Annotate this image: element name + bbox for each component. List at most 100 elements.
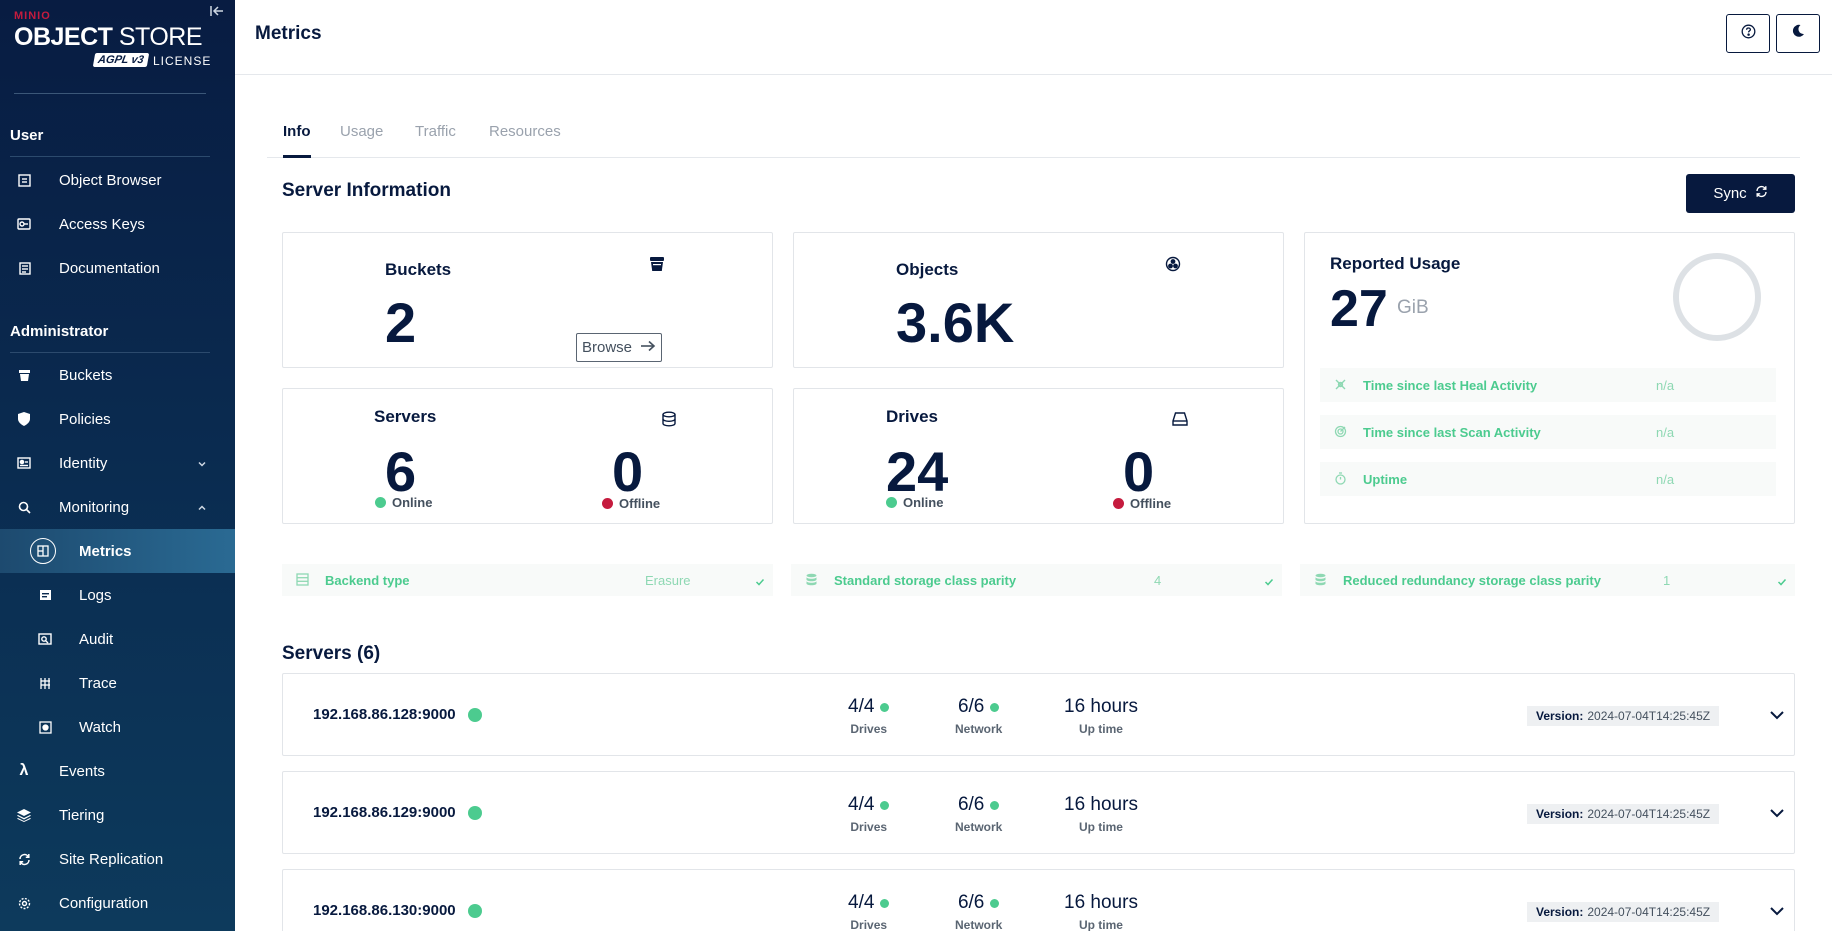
object-browser-icon — [16, 172, 32, 188]
sidebar-item-configuration[interactable]: Configuration — [0, 881, 235, 925]
servers-card: Servers 6 Online 0 Offline — [282, 388, 773, 524]
sidebar-item-monitoring[interactable]: Monitoring — [0, 485, 235, 529]
objects-count: 3.6K — [896, 291, 1015, 354]
agpl-badge: AGPL v3 — [92, 53, 149, 67]
heal-activity-row: Time since last Heal Activity n/a — [1320, 368, 1776, 402]
reduced-parity-value: 1 — [1663, 572, 1671, 588]
browse-button-label: Browse — [581, 339, 633, 356]
sidebar-item-metrics[interactable]: Metrics — [0, 529, 235, 573]
servers-online-count: 6 — [385, 440, 417, 503]
sidebar-item-label: Identity — [59, 454, 108, 472]
tab-usage[interactable]: Usage — [340, 110, 383, 158]
online-dot — [886, 497, 897, 508]
bucket-icon — [649, 256, 667, 274]
sidebar-item-label: Events — [59, 762, 105, 780]
section-divider — [10, 156, 210, 157]
sidebar-item-tiering[interactable]: Tiering — [0, 793, 235, 837]
help-button[interactable] — [1726, 14, 1770, 53]
server-network: 6/6 Network — [955, 794, 1003, 834]
replication-icon — [16, 851, 32, 867]
reported-usage-unit: GiB — [1397, 297, 1429, 318]
reported-usage-label: Reported Usage — [1330, 254, 1461, 273]
drives-card: Drives 24 Online 0 Offline — [793, 388, 1284, 524]
sidebar-item-events[interactable]: λ Events — [0, 749, 235, 793]
sidebar-item-object-browser[interactable]: Object Browser — [0, 158, 235, 202]
server-version: Version: 2024-07-04T14:25:45Z — [1527, 706, 1720, 726]
sidebar: MINIO OBJECT STORE AGPL v3 LICENSE User … — [0, 0, 235, 931]
offline-dot — [1113, 498, 1124, 509]
chevron-up-icon — [196, 501, 208, 513]
gear-icon — [16, 895, 32, 911]
backend-type-strip: Backend type Erasure — [282, 564, 773, 596]
backend-icon — [296, 573, 310, 587]
sync-button[interactable]: Sync — [1686, 174, 1795, 213]
sidebar-item-access-keys[interactable]: Access Keys — [0, 202, 235, 246]
backend-type-label: Backend type — [325, 572, 410, 588]
expand-chevron-icon[interactable] — [1769, 708, 1785, 720]
tiering-icon — [16, 807, 32, 823]
standard-parity-value: 4 — [1154, 572, 1162, 588]
server-uptime: 16 hours Up time — [1064, 892, 1138, 931]
sidebar-item-buckets[interactable]: Buckets — [0, 353, 235, 397]
standard-parity-label: Standard storage class parity — [834, 572, 1017, 588]
chevron-down-icon — [196, 457, 208, 469]
collapse-sidebar-icon[interactable] — [210, 4, 228, 22]
sidebar-item-label: Site Replication — [59, 850, 164, 868]
objects-icon — [1165, 256, 1183, 274]
servers-offline-status: Offline — [602, 496, 660, 511]
sidebar-item-logs[interactable]: Logs — [0, 573, 235, 617]
tab-info[interactable]: Info — [283, 110, 311, 158]
check-icon — [755, 575, 765, 586]
uptime-value: n/a — [1656, 471, 1675, 487]
servers-heading: Servers (6) — [282, 643, 381, 664]
expand-chevron-icon[interactable] — [1769, 904, 1785, 916]
buckets-label: Buckets — [385, 260, 452, 279]
check-icon — [1264, 575, 1274, 586]
logo-brand: MINIO — [14, 10, 51, 22]
server-uptime: 16 hours Up time — [1064, 696, 1138, 736]
server-drives: 4/4 Drives — [848, 696, 890, 736]
server-row[interactable]: 192.168.86.130:9000 4/4 Drives 6/6 Network… — [282, 869, 1795, 931]
uptime-label: Uptime — [1363, 471, 1408, 487]
policy-icon — [16, 411, 32, 427]
server-status-dot — [467, 903, 482, 918]
sidebar-item-label: Metrics — [79, 542, 132, 560]
sidebar-item-watch[interactable]: Watch — [0, 705, 235, 749]
document-icon — [16, 260, 32, 276]
sidebar-item-trace[interactable]: Trace — [0, 661, 235, 705]
sidebar-item-site-replication[interactable]: Site Replication — [0, 837, 235, 881]
usage-donut — [1671, 251, 1763, 348]
sidebar-item-label: Configuration — [59, 894, 149, 912]
uptime-row: Uptime n/a — [1320, 462, 1776, 496]
storage-icon — [805, 573, 819, 587]
server-row[interactable]: 192.168.86.128:9000 4/4 Drives 6/6 Network… — [282, 673, 1795, 756]
drives-label: Drives — [886, 407, 938, 426]
servers-offline-count: 0 — [612, 440, 644, 503]
sidebar-item-documentation[interactable]: Documentation — [0, 246, 235, 290]
tab-traffic[interactable]: Traffic — [415, 110, 456, 158]
sidebar-item-audit[interactable]: Audit — [0, 617, 235, 661]
metrics-icon — [30, 538, 56, 564]
drives-online-count: 24 — [886, 440, 949, 503]
server-network: 6/6 Network — [955, 892, 1003, 931]
reduced-parity-label: Reduced redundancy storage class parity — [1343, 572, 1601, 588]
moon-icon — [1791, 24, 1805, 43]
browse-button[interactable]: Browse — [576, 333, 662, 362]
server-drives: 4/4 Drives — [848, 794, 890, 834]
tab-resources[interactable]: Resources — [489, 110, 561, 158]
server-version: Version: 2024-07-04T14:25:45Z — [1527, 902, 1720, 922]
standard-parity-strip: Standard storage class parity 4 — [791, 564, 1282, 596]
sidebar-item-label: Trace — [79, 674, 117, 692]
scan-activity-value: n/a — [1656, 424, 1675, 440]
server-icon — [661, 411, 679, 429]
expand-chevron-icon[interactable] — [1769, 806, 1785, 818]
lambda-icon: λ — [19, 762, 29, 779]
sidebar-item-identity[interactable]: Identity — [0, 441, 235, 485]
server-row[interactable]: 192.168.86.129:9000 4/4 Drives 6/6 Network… — [282, 771, 1795, 854]
dark-mode-toggle-button[interactable] — [1776, 14, 1820, 53]
sidebar-item-policies[interactable]: Policies — [0, 397, 235, 441]
offline-dot — [602, 498, 613, 509]
sidebar-item-label: Buckets — [59, 366, 113, 384]
logs-icon — [37, 587, 53, 603]
objects-label: Objects — [896, 260, 959, 279]
